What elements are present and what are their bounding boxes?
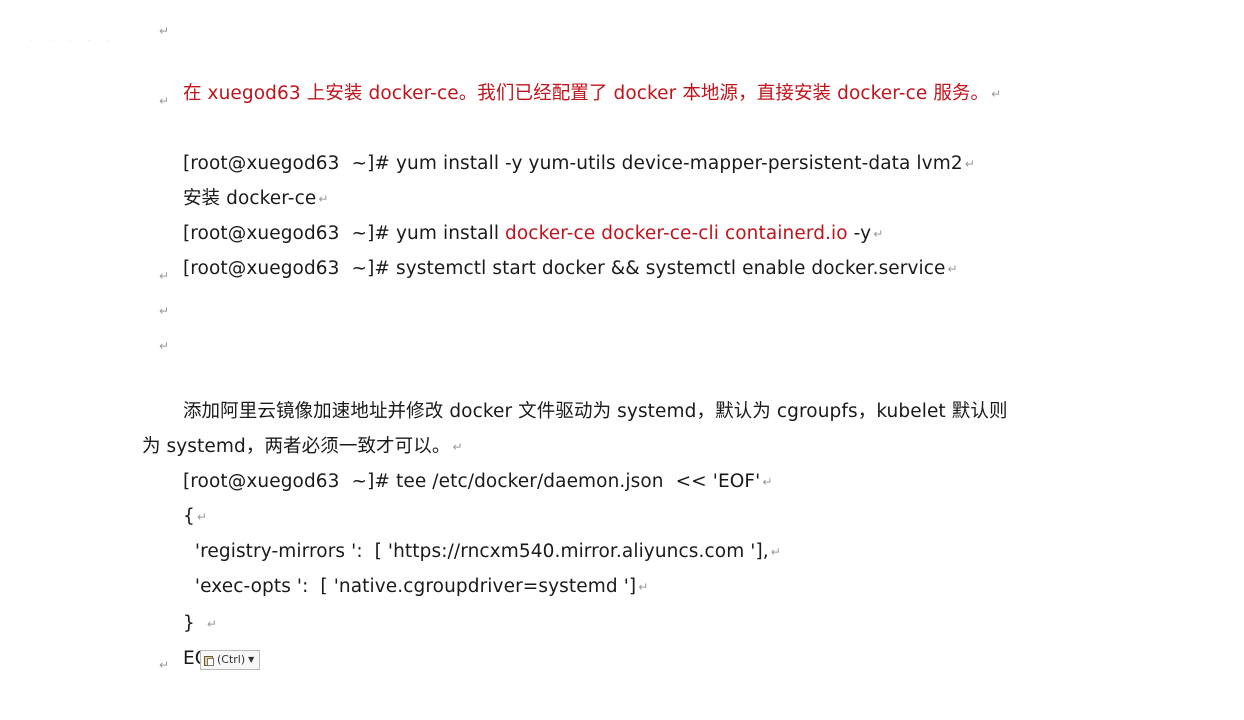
json-text: 'exec-opts ': [ 'native.cgroupdriver=sys… <box>182 576 637 597</box>
json-registry-mirrors[interactable]: 'registry-mirrors ': [ 'https://rncxm540… <box>159 507 781 562</box>
description-line-2[interactable]: 为 systemd，两者必须一致才可以。 ↵ <box>118 402 463 457</box>
heading-text: 在 xuegod63 上安装 docker-ce。我们已经配置了 docker … <box>182 83 990 104</box>
paste-options-button[interactable]: (Ctrl) ▼ <box>200 650 260 670</box>
paragraph-mark: ↵ <box>638 580 649 594</box>
command-tee-daemon-json[interactable]: [root@xuegod63 ~]# tee /etc/docker/daemo… <box>159 437 772 492</box>
command-yum-utils[interactable]: [root@xuegod63 ~]# yum install -y yum-ut… <box>159 119 975 174</box>
command-text: [root@xuegod63 ~]# tee /etc/docker/daemo… <box>182 471 761 492</box>
heading-install-docker[interactable]: 在 xuegod63 上安装 docker-ce。我们已经配置了 docker … <box>159 49 1001 104</box>
paragraph-mark: ↵ <box>159 24 170 38</box>
label-install-docker[interactable]: 安装 docker-ce ↵ <box>159 154 329 209</box>
paragraph-mark: ↵ <box>991 87 1002 101</box>
json-exec-opts[interactable]: 'exec-opts ': [ 'native.cgroupdriver=sys… <box>159 542 648 597</box>
json-close-brace[interactable]: } ↵ <box>159 579 217 634</box>
paragraph-mark: ↵ <box>964 157 975 171</box>
paragraph-mark: ↵ <box>159 94 170 108</box>
paragraph-mark: ↵ <box>762 475 773 489</box>
paragraph-mark: ↵ <box>770 545 781 559</box>
description-line-1[interactable]: 添加阿里云镜像加速地址并修改 docker 文件驱动为 systemd，默认为 … <box>159 367 1008 422</box>
paragraph-mark: ↵ <box>159 304 170 318</box>
json-open-brace[interactable]: {↵ <box>159 472 207 527</box>
clipboard-icon <box>203 654 215 667</box>
paste-options-label: (Ctrl) <box>217 653 246 666</box>
command-text: [root@xuegod63 ~]# systemctl start docke… <box>182 258 946 279</box>
paragraph-mark: ↵ <box>159 269 170 283</box>
paragraph-mark: ↵ <box>159 339 170 353</box>
chevron-down-icon: ▼ <box>248 655 255 664</box>
document-page: · · · · · ↵ 在 xuegod63 上安装 docker-ce。我们已… <box>0 0 1244 720</box>
cut-off-line <box>159 0 719 8</box>
command-install-docker[interactable]: [root@xuegod63 ~]# yum install docker-ce… <box>159 189 883 244</box>
paragraph-mark: ↵ <box>159 658 170 672</box>
command-start-docker[interactable]: [root@xuegod63 ~]# systemctl start docke… <box>159 224 958 279</box>
eof-marker[interactable]: EOF↵ <box>159 614 232 669</box>
paragraph-mark: ↵ <box>947 262 958 276</box>
